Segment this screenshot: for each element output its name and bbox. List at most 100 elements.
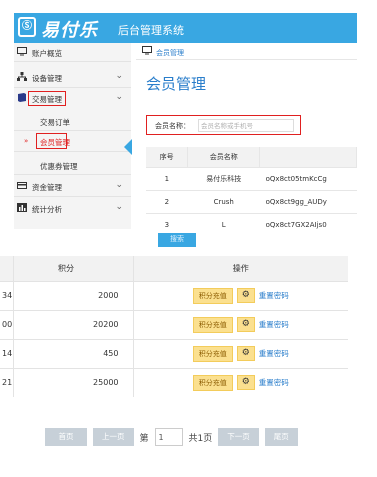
row-actions: 积分充值 ⚙︎ 重置密码 bbox=[133, 367, 348, 397]
admin-screenshot: Ⓢ 易付乐 后台管理系统 账户概览 设备管理 ⌄ 交易管理 ⌄ 交易订单 » 会… bbox=[14, 13, 357, 229]
prev-page-button[interactable]: 上一页 bbox=[93, 428, 134, 446]
divider bbox=[14, 130, 131, 131]
logo-icon: Ⓢ bbox=[18, 17, 36, 37]
column-header-cut bbox=[0, 256, 14, 281]
row-openid: oQx8ct9gg_AUDy bbox=[259, 189, 357, 213]
gear-icon[interactable]: ⚙︎ bbox=[236, 288, 255, 303]
column-header-actions: 操作 bbox=[133, 256, 348, 281]
chevron-down-icon: ⌄ bbox=[115, 180, 123, 190]
page-prefix: 第 bbox=[139, 433, 149, 444]
column-header-name: 会员名称 bbox=[187, 147, 261, 167]
divider bbox=[14, 174, 131, 175]
last-page-button[interactable]: 尾页 bbox=[264, 428, 298, 446]
sidebar-item-coupons[interactable]: 优惠券管理 bbox=[14, 156, 131, 174]
search-button[interactable]: 搜索 bbox=[158, 233, 196, 247]
sidebar-item-label: 统计分析 bbox=[32, 205, 62, 214]
row-points: 20200 bbox=[13, 309, 134, 339]
breadcrumb: 会员管理 bbox=[136, 43, 357, 60]
table-row: 1 易付乐科技 oQx8ct05tmKcCg bbox=[146, 166, 357, 190]
row-cut-cell: 14 bbox=[0, 338, 14, 368]
column-header-openid bbox=[259, 147, 357, 167]
chart-icon bbox=[17, 203, 27, 215]
sidebar-item-funds[interactable]: 资金管理 ⌄ bbox=[14, 177, 131, 195]
row-no: 2 bbox=[146, 189, 188, 213]
row-points: 450 bbox=[13, 338, 134, 368]
logo-name: 易付乐 bbox=[41, 20, 98, 41]
column-header-points: 积分 bbox=[13, 256, 134, 281]
reset-password-link[interactable]: 重置密码 bbox=[259, 319, 289, 330]
reset-password-link[interactable]: 重置密码 bbox=[259, 377, 289, 388]
reset-password-link[interactable]: 重置密码 bbox=[259, 290, 289, 301]
search-input[interactable] bbox=[198, 119, 294, 132]
row-cut-cell: 34 bbox=[0, 280, 14, 310]
row-no: 3 bbox=[146, 212, 188, 229]
recharge-button[interactable]: 积分充值 bbox=[192, 287, 233, 304]
sidebar-item-members[interactable]: » 会员管理 bbox=[14, 132, 131, 150]
recharge-button[interactable]: 积分充值 bbox=[192, 345, 233, 362]
monitor-icon bbox=[17, 47, 27, 59]
row-cut-cell: 21 bbox=[0, 367, 14, 397]
row-actions: 积分充值 ⚙︎ 重置密码 bbox=[133, 338, 348, 368]
points-table: 积分 操作 34 2000 积分充值 ⚙︎ 重置密码 00 20200 积分充值… bbox=[0, 256, 348, 397]
gear-icon[interactable]: ⚙︎ bbox=[236, 375, 255, 391]
row-cut-cell: 00 bbox=[0, 309, 14, 339]
row-openid: oQx8ct7GX2AIjs0 bbox=[259, 212, 357, 229]
row-actions: 积分充值 ⚙︎ 重置密码 bbox=[133, 309, 348, 339]
table-row: 00 20200 积分充值 ⚙︎ 重置密码 bbox=[0, 309, 348, 339]
sitemap-icon bbox=[17, 72, 27, 84]
sidebar-item-label: 资金管理 bbox=[32, 183, 62, 192]
sidebar: 账户概览 设备管理 ⌄ 交易管理 ⌄ 交易订单 » 会员管理 优惠券管理 资金管… bbox=[14, 43, 131, 229]
active-dot-icon: » bbox=[24, 137, 29, 145]
card-icon bbox=[17, 181, 27, 193]
points-screenshot: 积分 操作 34 2000 积分充值 ⚙︎ 重置密码 00 20200 积分充值… bbox=[0, 254, 348, 466]
sidebar-item-overview[interactable]: 账户概览 bbox=[14, 43, 131, 61]
row-points: 25000 bbox=[13, 367, 134, 397]
table-header-row: 积分 操作 bbox=[0, 256, 348, 281]
search-area: 会员名称： bbox=[146, 115, 301, 135]
sidebar-item-label: 优惠券管理 bbox=[40, 162, 78, 171]
page-total: 共1页 bbox=[188, 433, 213, 444]
sidebar-item-stats[interactable]: 统计分析 ⌄ bbox=[14, 199, 131, 217]
highlight-box bbox=[28, 91, 66, 106]
sidebar-item-label: 账户概览 bbox=[32, 49, 62, 58]
row-openid: oQx8ct05tmKcCg bbox=[259, 166, 357, 190]
page-number-input[interactable] bbox=[154, 428, 183, 446]
next-page-button[interactable]: 下一页 bbox=[218, 428, 259, 446]
table-row: 34 2000 积分充值 ⚙︎ 重置密码 bbox=[0, 280, 348, 310]
pagination: 首页 上一页 第 共1页 下一页 尾页 bbox=[45, 427, 298, 447]
monitor-icon bbox=[142, 46, 152, 58]
search-label: 会员名称： bbox=[155, 122, 190, 130]
sidebar-item-devices[interactable]: 设备管理 ⌄ bbox=[14, 68, 131, 86]
chevron-down-icon: ⌄ bbox=[115, 202, 123, 212]
table-row: 21 25000 积分充值 ⚙︎ 重置密码 bbox=[0, 367, 348, 397]
top-bar: Ⓢ 易付乐 后台管理系统 bbox=[14, 13, 357, 43]
highlight-box bbox=[36, 133, 67, 149]
gear-icon[interactable]: ⚙︎ bbox=[236, 317, 255, 332]
recharge-button[interactable]: 积分充值 bbox=[192, 316, 233, 333]
member-table: 序号 会员名称 1 易付乐科技 oQx8ct05tmKcCg 2 Crush o… bbox=[146, 147, 357, 229]
first-page-button[interactable]: 首页 bbox=[45, 428, 87, 446]
row-no: 1 bbox=[146, 166, 188, 190]
table-row: 14 450 积分充值 ⚙︎ 重置密码 bbox=[0, 338, 348, 368]
app-subtitle: 后台管理系统 bbox=[118, 24, 184, 37]
row-name: L bbox=[187, 212, 260, 229]
divider bbox=[14, 151, 131, 152]
table-row: 2 Crush oQx8ct9gg_AUDy bbox=[146, 189, 357, 213]
divider bbox=[14, 87, 131, 88]
column-header-no: 序号 bbox=[146, 147, 189, 167]
book-icon bbox=[17, 93, 27, 105]
table-row: 3 L oQx8ct7GX2AIjs0 bbox=[146, 212, 357, 229]
active-pointer-icon bbox=[124, 139, 132, 155]
recharge-button[interactable]: 积分充值 bbox=[192, 374, 233, 391]
sidebar-item-label: 交易订单 bbox=[40, 118, 70, 127]
reset-password-link[interactable]: 重置密码 bbox=[259, 348, 289, 359]
row-name: Crush bbox=[187, 189, 260, 213]
gear-icon[interactable]: ⚙︎ bbox=[236, 346, 255, 361]
chevron-down-icon: ⌄ bbox=[115, 71, 123, 81]
sidebar-item-orders[interactable]: 交易订单 bbox=[14, 112, 131, 130]
row-points: 2000 bbox=[13, 280, 134, 310]
breadcrumb-link[interactable]: 会员管理 bbox=[156, 48, 184, 58]
main-content: 会员管理 会员管理 会员名称： 序号 会员名称 1 bbox=[136, 43, 357, 229]
divider bbox=[14, 196, 131, 197]
sidebar-item-label: 设备管理 bbox=[32, 74, 62, 83]
